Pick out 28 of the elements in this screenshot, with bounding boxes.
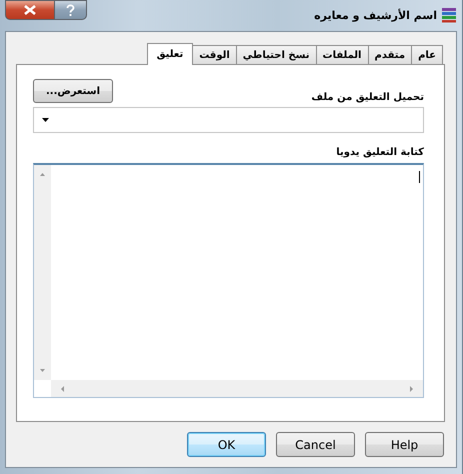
tab[interactable]: نسخ احتياطي xyxy=(236,45,317,64)
scroll-up-icon xyxy=(40,173,45,176)
browse-button[interactable]: استعرض... xyxy=(33,79,113,103)
close-button[interactable] xyxy=(5,0,55,20)
tab[interactable]: تعليق xyxy=(146,43,194,65)
field-label: كتابة التعليق يدويا xyxy=(336,147,424,158)
close-icon xyxy=(23,5,37,15)
file-combo-box[interactable] xyxy=(33,107,424,133)
scroll-left-icon xyxy=(61,386,64,392)
scroll-down-icon xyxy=(40,369,45,372)
scroll-right-icon xyxy=(410,386,413,392)
horizontal-scrollbar[interactable] xyxy=(51,380,423,397)
tab[interactable]: عام xyxy=(411,45,443,64)
comment-text-area[interactable] xyxy=(33,163,424,398)
vertical-scrollbar[interactable] xyxy=(34,165,51,380)
dialog-button[interactable]: Cancel xyxy=(276,432,355,457)
help-button[interactable] xyxy=(55,0,87,20)
help-icon xyxy=(66,4,75,16)
tab[interactable]: الملفات xyxy=(316,45,368,64)
window-title: اسم الأرشيف و معايره xyxy=(314,8,437,22)
dialog-button[interactable]: OK xyxy=(187,432,266,457)
books-icon xyxy=(441,7,457,23)
tab[interactable]: متقدم xyxy=(368,45,412,64)
field-label: تحميل التعليق من ملف xyxy=(311,92,424,103)
dropdown-arrow-icon xyxy=(42,118,49,122)
tab[interactable]: الوقت xyxy=(192,45,237,64)
text-caret xyxy=(419,171,420,183)
dialog-button[interactable]: Help xyxy=(365,432,444,457)
